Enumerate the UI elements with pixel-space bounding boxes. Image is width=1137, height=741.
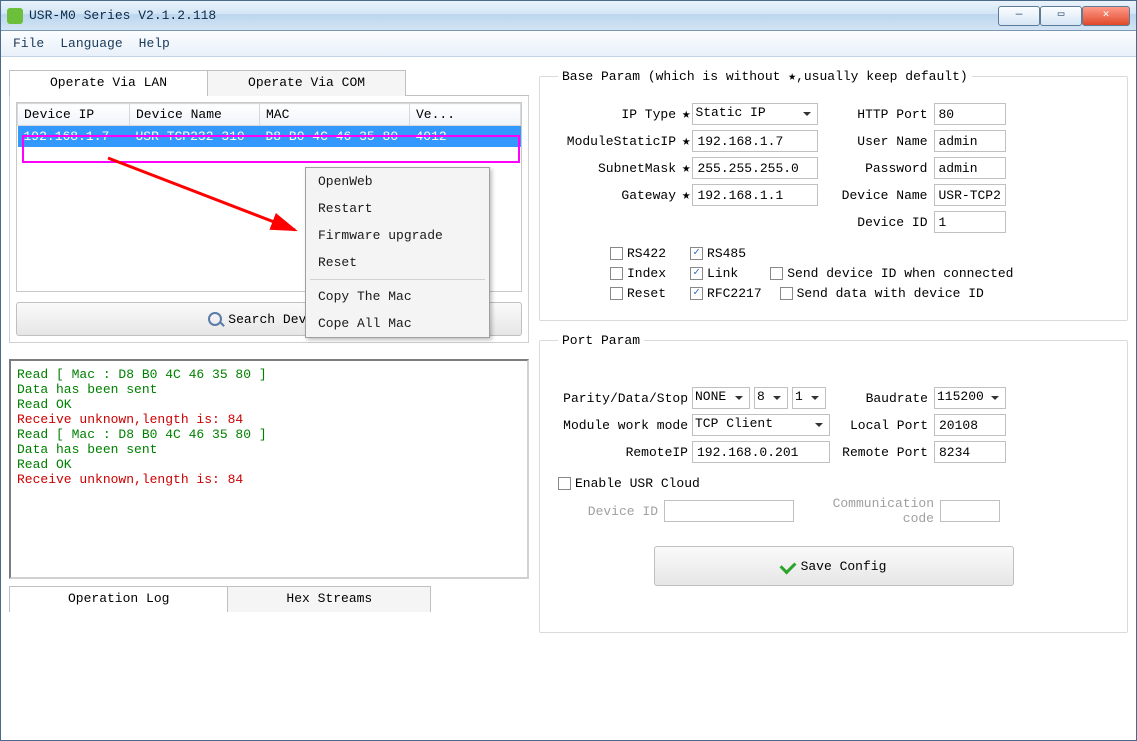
static-ip-label: ModuleStaticIP (558, 134, 676, 149)
local-port-label: Local Port (838, 418, 928, 433)
maximize-button[interactable]: ▭ (1040, 6, 1082, 26)
log-line: Read OK (17, 397, 521, 412)
window-title: USR-M0 Series V2.1.2.118 (29, 8, 216, 23)
ctx-copy-mac[interactable]: Copy The Mac (306, 283, 489, 310)
col-device-ip[interactable]: Device IP (18, 104, 130, 126)
log-line: Receive unknown,length is: 84 (17, 472, 521, 487)
ctx-separator (310, 279, 485, 280)
http-port-label: HTTP Port (838, 107, 928, 122)
tab-operate-lan[interactable]: Operate Via LAN (9, 70, 208, 96)
app-icon (7, 8, 23, 24)
cloud-comm-code-input (940, 500, 1000, 522)
rs422-checkbox[interactable]: RS422 (610, 246, 666, 261)
local-port-input[interactable] (934, 414, 1006, 436)
ctx-cope-all-mac[interactable]: Cope All Mac (306, 310, 489, 337)
link-checkbox[interactable]: Link (690, 266, 738, 281)
cell-name: USR-TCP232-310 (130, 126, 260, 148)
cell-mac: D8 B0 4C 46 35 80 (260, 126, 410, 148)
port-param-legend: Port Param (558, 333, 644, 348)
remote-port-input[interactable] (934, 441, 1006, 463)
ip-type-label: IP Type (558, 107, 676, 122)
menu-language[interactable]: Language (60, 36, 122, 51)
index-checkbox[interactable]: Index (610, 266, 666, 281)
log-line: Data has been sent (17, 382, 521, 397)
remote-ip-input[interactable] (692, 441, 830, 463)
work-mode-label: Module work mode (558, 418, 688, 433)
cloud-device-id-label: Device ID (558, 504, 658, 519)
menu-file[interactable]: File (13, 36, 44, 51)
device-row-selected[interactable]: 192.168.1.7 USR-TCP232-310 D8 B0 4C 46 3… (18, 126, 521, 148)
search-icon (208, 312, 222, 326)
enable-cloud-checkbox[interactable]: Enable USR Cloud (558, 476, 700, 491)
menubar: File Language Help (1, 31, 1136, 57)
tab-operate-com[interactable]: Operate Via COM (207, 70, 406, 96)
base-param-legend: Base Param (which is without ★,usually k… (558, 69, 972, 84)
user-name-label: User Name (838, 134, 928, 149)
user-name-input[interactable] (934, 130, 1006, 152)
ctx-firmware-upgrade[interactable]: Firmware upgrade (306, 222, 489, 249)
device-id-input[interactable] (934, 211, 1006, 233)
data-bits-select[interactable]: 8 (754, 387, 788, 409)
minimize-button[interactable]: — (998, 6, 1040, 26)
send-id-connected-checkbox[interactable]: Send device ID when connected (770, 266, 1013, 281)
close-button[interactable]: ✕ (1082, 6, 1130, 26)
tab-operation-log[interactable]: Operation Log (9, 586, 228, 612)
col-version[interactable]: Ve... (410, 104, 521, 126)
http-port-input[interactable] (934, 103, 1006, 125)
port-param-group: Port Param Parity/Data/Stop NONE 8 1 Mod… (539, 333, 1128, 633)
device-name-input[interactable] (934, 184, 1006, 206)
save-config-button[interactable]: Save Config (654, 546, 1014, 586)
operation-log[interactable]: Read [ Mac : D8 B0 4C 46 35 80 ] Data ha… (9, 359, 529, 579)
device-name-label: Device Name (838, 188, 928, 203)
base-param-group: Base Param (which is without ★,usually k… (539, 69, 1128, 321)
menu-help[interactable]: Help (139, 36, 170, 51)
log-line: Data has been sent (17, 442, 521, 457)
ip-type-select[interactable]: Static IP (692, 103, 818, 125)
device-id-label: Device ID (838, 215, 928, 230)
baudrate-select[interactable]: 115200 (934, 387, 1006, 409)
ctx-openweb[interactable]: OpenWeb (306, 168, 489, 195)
parity-select[interactable]: NONE (692, 387, 750, 409)
baudrate-label: Baudrate (838, 391, 928, 406)
context-menu: OpenWeb Restart Firmware upgrade Reset C… (305, 167, 490, 338)
log-line: Read [ Mac : D8 B0 4C 46 35 80 ] (17, 367, 521, 382)
rs485-checkbox[interactable]: RS485 (690, 246, 746, 261)
gateway-label: Gateway (558, 188, 676, 203)
col-device-name[interactable]: Device Name (130, 104, 260, 126)
send-data-id-checkbox[interactable]: Send data with device ID (780, 286, 984, 301)
password-label: Password (838, 161, 928, 176)
log-line: Receive unknown,length is: 84 (17, 412, 521, 427)
cell-ip: 192.168.1.7 (18, 126, 130, 148)
log-line: Read OK (17, 457, 521, 472)
ctx-reset[interactable]: Reset (306, 249, 489, 276)
password-input[interactable] (934, 157, 1006, 179)
ctx-restart[interactable]: Restart (306, 195, 489, 222)
log-line: Read [ Mac : D8 B0 4C 46 35 80 ] (17, 427, 521, 442)
check-icon (779, 558, 796, 575)
reset-checkbox[interactable]: Reset (610, 286, 666, 301)
cloud-device-id-input (664, 500, 794, 522)
stop-bits-select[interactable]: 1 (792, 387, 826, 409)
col-mac[interactable]: MAC (260, 104, 410, 126)
remote-port-label: Remote Port (838, 445, 928, 460)
static-ip-input[interactable] (692, 130, 818, 152)
cloud-comm-code-label: Communication code (794, 496, 934, 526)
parity-label: Parity/Data/Stop (558, 391, 688, 406)
remote-ip-label: RemoteIP (558, 445, 688, 460)
gateway-input[interactable] (692, 184, 818, 206)
rfc2217-checkbox[interactable]: RFC2217 (690, 286, 762, 301)
titlebar: USR-M0 Series V2.1.2.118 — ▭ ✕ (1, 1, 1136, 31)
cell-ver: 4012 (410, 126, 521, 148)
subnet-mask-input[interactable] (692, 157, 818, 179)
save-config-label: Save Config (801, 559, 887, 574)
subnet-mask-label: SubnetMask (558, 161, 676, 176)
work-mode-select[interactable]: TCP Client (692, 414, 830, 436)
tab-hex-streams[interactable]: Hex Streams (227, 586, 431, 612)
